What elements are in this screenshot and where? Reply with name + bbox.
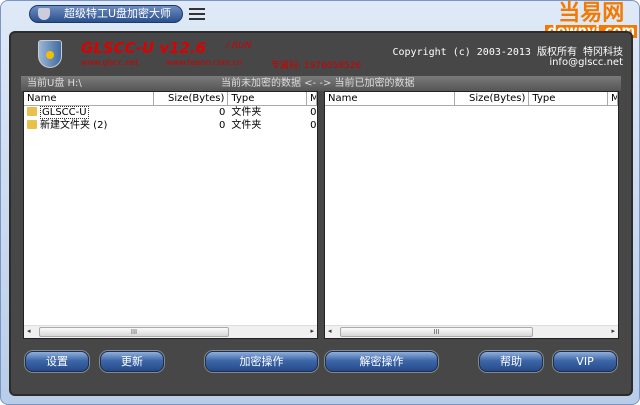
site-link-2[interactable]: www.teeon.com.cn — [166, 58, 242, 67]
file-size: 0 — [219, 120, 226, 131]
col-m[interactable]: M — [307, 92, 317, 105]
update-button[interactable]: 更新 — [100, 351, 164, 372]
window-title: 超级特工U盘加密大师 — [64, 7, 172, 20]
col-size[interactable]: Size(Bytes) — [154, 92, 229, 105]
copyright: Copyright (c) 2003-2013 版权所有 特冈科技 — [392, 47, 623, 58]
site-link-1[interactable]: www.glscc.net — [81, 58, 138, 67]
horizontal-scrollbar[interactable]: ◂ III ▸ — [24, 325, 317, 338]
file-m: 0 — [310, 107, 317, 118]
path-bar: 当前U盘 H:\ 当前未加密的数据 <- -> 当前已加密的数据 — [21, 76, 621, 91]
file-name: 新建文件夹 (2) — [40, 120, 108, 131]
col-type[interactable]: Type — [228, 92, 308, 105]
file-name: GLSCC-U — [40, 106, 89, 119]
direction-label: 当前未加密的数据 <- -> 当前已加密的数据 — [221, 78, 415, 89]
exclusive-code: 专属码: 1976058526 — [271, 61, 362, 71]
app-icon — [38, 8, 50, 20]
folder-icon — [27, 107, 37, 116]
col-m[interactable]: M — [608, 92, 618, 105]
main-panel: GLSCC-U v12.6 / RUN www.glscc.net www.te… — [9, 31, 633, 396]
current-drive: 当前U盘 H:\ — [27, 78, 82, 89]
settings-button[interactable]: 设置 — [25, 351, 89, 372]
scroll-right-arrow[interactable]: ▸ — [310, 327, 314, 335]
encrypted-file-list[interactable]: Name Size(Bytes) Type M ◂ III ▸ — [324, 91, 619, 339]
col-name[interactable]: Name — [325, 92, 455, 105]
scroll-left-arrow[interactable]: ◂ — [328, 327, 332, 335]
file-type: 文件夹 — [231, 107, 262, 118]
app-window: 超级特工U盘加密大师 当易网downyi.com GLSCC-U v12.6 /… — [0, 0, 640, 405]
brand-title: GLSCC-U v12.6 — [81, 39, 207, 57]
unencrypted-file-list[interactable]: Name Size(Bytes) Type M GLSCC-U 0 文件夹 0 … — [23, 91, 318, 339]
horizontal-scrollbar[interactable]: ◂ III ▸ — [325, 325, 618, 338]
vip-button[interactable]: VIP — [553, 351, 617, 372]
help-button[interactable]: 帮助 — [479, 351, 543, 372]
scroll-thumb[interactable]: III — [39, 327, 229, 337]
decrypt-button[interactable]: 解密操作 — [325, 351, 438, 372]
file-m: 0 — [310, 120, 317, 131]
shield-icon — [38, 40, 62, 68]
title-bar[interactable]: 超级特工U盘加密大师 — [29, 5, 183, 23]
scroll-left-arrow[interactable]: ◂ — [27, 327, 31, 335]
scroll-right-arrow[interactable]: ▸ — [611, 327, 615, 335]
col-type[interactable]: Type — [529, 92, 609, 105]
logo-cn: 当易网 — [558, 1, 625, 26]
run-status: / RUN — [226, 41, 252, 51]
file-size: 0 — [219, 107, 226, 118]
file-row[interactable]: GLSCC-U 0 文件夹 0 — [24, 106, 317, 119]
col-size[interactable]: Size(Bytes) — [455, 92, 530, 105]
email: info@glscc.net — [549, 57, 623, 68]
encrypt-button[interactable]: 加密操作 — [205, 351, 318, 372]
folder-icon — [27, 120, 37, 129]
menu-icon[interactable] — [189, 8, 205, 20]
file-row[interactable]: 新建文件夹 (2) 0 文件夹 0 — [24, 119, 317, 132]
file-type: 文件夹 — [231, 120, 262, 131]
col-name[interactable]: Name — [24, 92, 154, 105]
scroll-thumb[interactable]: III — [340, 327, 533, 337]
